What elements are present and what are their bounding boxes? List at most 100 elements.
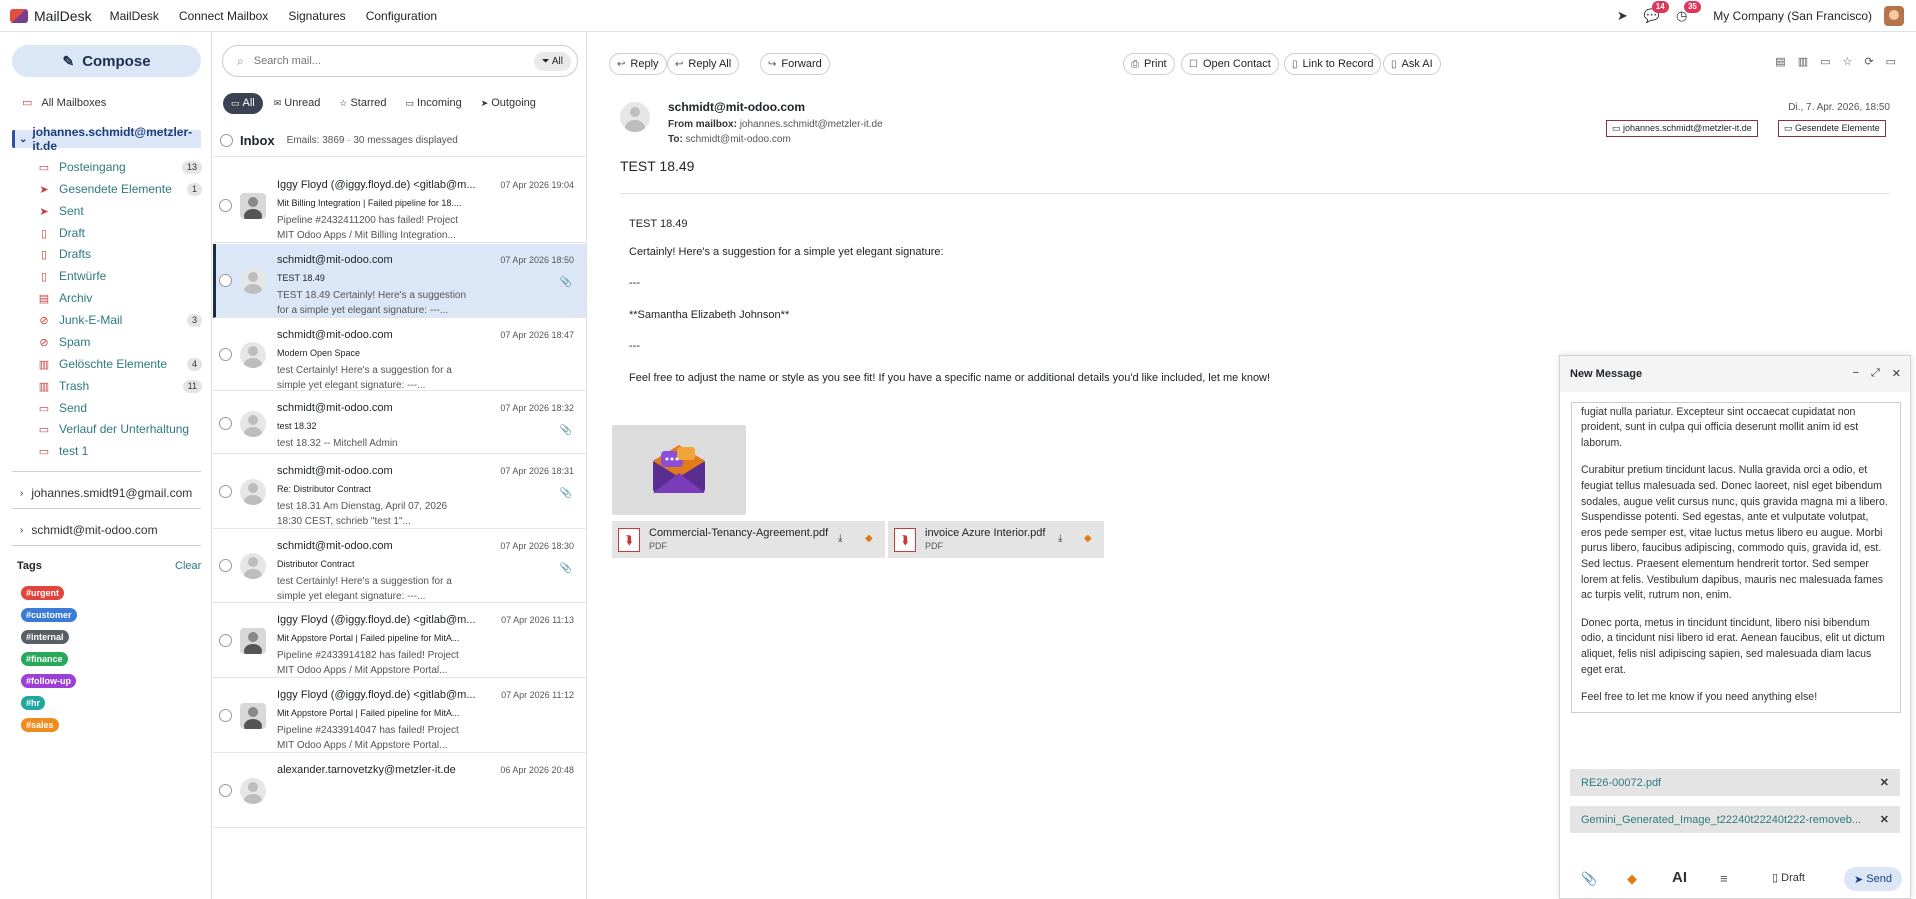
sync-icon[interactable]: ⟳ bbox=[1864, 55, 1873, 68]
pdf-attachment[interactable]: ⮯ invoice Azure Interior.pdf PDF ⤓ ◆ bbox=[888, 521, 1104, 558]
mailbox-chip[interactable]: ▭ johannes.schmidt@metzler-it.de bbox=[1606, 120, 1758, 137]
signature-icon[interactable]: ≡ bbox=[1720, 871, 1728, 886]
download-icon[interactable]: ⤓ bbox=[838, 533, 842, 544]
chat-icon[interactable]: 💬 14 bbox=[1644, 1, 1669, 24]
menu-signatures[interactable]: Signatures bbox=[288, 9, 345, 23]
mail-item[interactable]: Iggy Floyd (@iggy.floyd.de) <gitlab@m...… bbox=[213, 679, 586, 753]
minimize-icon[interactable]: − bbox=[1853, 367, 1859, 380]
tag-internal[interactable]: #internal bbox=[21, 630, 69, 644]
ai-text-button[interactable]: AI bbox=[1672, 869, 1687, 886]
brand[interactable]: MailDesk bbox=[10, 8, 92, 24]
open-contact-button[interactable]: ☐ Open Contact bbox=[1181, 53, 1279, 75]
tags-clear-link[interactable]: Clear bbox=[175, 560, 201, 572]
mail-checkbox[interactable] bbox=[219, 274, 232, 287]
mail-checkbox[interactable] bbox=[219, 348, 232, 361]
send-button[interactable]: ➤ Send bbox=[1844, 867, 1902, 891]
company-switcher[interactable]: My Company (San Francisco) bbox=[1713, 9, 1872, 23]
mail-item[interactable]: schmidt@mit-odoo.com 07 Apr 2026 18:30 D… bbox=[213, 530, 586, 603]
mail-checkbox[interactable] bbox=[219, 417, 232, 430]
mail-checkbox[interactable] bbox=[219, 559, 232, 572]
menu-configuration[interactable]: Configuration bbox=[366, 9, 437, 23]
paper-plane-icon[interactable]: ➤ bbox=[1617, 8, 1628, 24]
ask-ai-button[interactable]: ▯ Ask AI bbox=[1383, 53, 1441, 75]
tag-customer[interactable]: #customer bbox=[21, 608, 77, 622]
tag-follow-up[interactable]: #follow-up bbox=[21, 674, 76, 688]
sidebar-item-junk-e-mail[interactable]: ⊘ Junk-E-Mail 3 bbox=[38, 311, 202, 329]
reply-button[interactable]: ↩ Reply bbox=[609, 53, 667, 75]
clock-icon[interactable]: ◷ 35 bbox=[1676, 1, 1701, 24]
compose-button[interactable]: ✎ Compose bbox=[12, 45, 201, 77]
tag-finance[interactable]: #finance bbox=[21, 652, 68, 666]
sidebar-item-gesendete-elemente[interactable]: ➤ Gesendete Elemente 1 bbox=[38, 180, 202, 198]
forward-button[interactable]: ↪ Forward bbox=[760, 53, 830, 75]
mail-item[interactable]: schmidt@mit-odoo.com 07 Apr 2026 18:31 R… bbox=[213, 455, 586, 529]
move-folder-icon[interactable]: ▭ bbox=[1886, 55, 1896, 68]
account-mit-odoo[interactable]: › schmidt@mit-odoo.com bbox=[20, 523, 158, 537]
download-icon[interactable]: ⤓ bbox=[1058, 533, 1062, 544]
ai-analyze-icon[interactable]: ◆ bbox=[865, 533, 873, 544]
menu-maildesk[interactable]: MailDesk bbox=[110, 9, 159, 23]
sidebar-item-archiv[interactable]: ▤ Archiv bbox=[38, 289, 202, 307]
account-gmail[interactable]: › johannes.smidt91@gmail.com bbox=[20, 486, 192, 500]
mail-checkbox[interactable] bbox=[219, 634, 232, 647]
filter-incoming[interactable]: ▭ Incoming bbox=[398, 93, 470, 114]
inbox-icon[interactable]: ▭ bbox=[1820, 55, 1830, 68]
sidebar-item-send[interactable]: ▭ Send bbox=[38, 399, 202, 417]
mail-item[interactable]: Iggy Floyd (@iggy.floyd.de) <gitlab@m...… bbox=[213, 169, 586, 243]
sidebar-item-draft[interactable]: ▯ Draft bbox=[38, 224, 202, 242]
compose-attachment[interactable]: RE26-00072.pdf ✕ bbox=[1570, 769, 1900, 796]
folder-chip[interactable]: ▭ Gesendete Elemente bbox=[1778, 120, 1886, 137]
mail-checkbox[interactable] bbox=[219, 485, 232, 498]
compose-attachment[interactable]: Gemini_Generated_Image_t22240t22240t222-… bbox=[1570, 806, 1900, 833]
ai-assist-icon[interactable]: ◆ bbox=[1627, 871, 1637, 887]
sidebar-item-spam[interactable]: ⊘ Spam bbox=[38, 333, 202, 351]
save-draft-button[interactable]: ▯ Draft bbox=[1772, 871, 1805, 884]
image-attachment-thumbnail[interactable] bbox=[612, 425, 746, 515]
reply-all-button[interactable]: ↩ Reply All bbox=[667, 53, 740, 75]
mail-item[interactable]: schmidt@mit-odoo.com 07 Apr 2026 18:47 M… bbox=[213, 319, 586, 391]
sidebar-item-posteingang[interactable]: ▭ Posteingang 13 bbox=[38, 158, 202, 176]
menu-connect-mailbox[interactable]: Connect Mailbox bbox=[179, 9, 268, 23]
mail-item[interactable]: alexander.tarnovetzky@metzler-it.de 06 A… bbox=[213, 754, 586, 828]
sidebar-item-test-1[interactable]: ▭ test 1 bbox=[38, 442, 202, 460]
all-mailboxes-item[interactable]: ▭ All Mailboxes bbox=[22, 96, 106, 110]
tag-urgent[interactable]: #urgent bbox=[21, 586, 65, 600]
paperclip-icon[interactable]: 📎 bbox=[1581, 871, 1597, 887]
ai-analyze-icon[interactable]: ◆ bbox=[1084, 533, 1092, 544]
expand-icon[interactable]: ⤢ bbox=[1871, 367, 1880, 380]
account-active[interactable]: ⌄ johannes.schmidt@metzler-it.de bbox=[12, 125, 201, 153]
sidebar-item-verlauf-der-unterhaltung[interactable]: ▭ Verlauf der Unterhaltung bbox=[38, 420, 202, 438]
star-icon[interactable]: ☆ bbox=[1843, 55, 1853, 68]
print-button[interactable]: ⎙ Print bbox=[1123, 53, 1175, 75]
filter-all[interactable]: ▭ All bbox=[223, 93, 263, 114]
filter-outgoing[interactable]: ➤ Outgoing bbox=[473, 93, 544, 114]
tag-hr[interactable]: #hr bbox=[21, 696, 46, 710]
link-to-record-button[interactable]: ▯ Link to Record bbox=[1284, 53, 1382, 75]
mail-item-selected[interactable]: schmidt@mit-odoo.com 07 Apr 2026 18:50 T… bbox=[213, 244, 586, 318]
filter-unread[interactable]: ✉ Unread bbox=[266, 93, 329, 114]
sidebar-item-trash[interactable]: ▥ Trash 11 bbox=[38, 377, 202, 395]
sidebar-item-entwuerfe[interactable]: ▯ Entwürfe bbox=[38, 267, 202, 285]
tag-sales[interactable]: #sales bbox=[21, 718, 59, 732]
search-input[interactable] bbox=[253, 55, 504, 67]
search-scope-button[interactable]: ⏷ All bbox=[533, 52, 571, 71]
compose-body-editor[interactable]: irure dolor in reprehenderit in voluptat… bbox=[1571, 402, 1901, 713]
close-icon[interactable]: ✕ bbox=[1892, 367, 1901, 380]
mail-checkbox[interactable] bbox=[219, 784, 232, 797]
mail-checkbox[interactable] bbox=[219, 709, 232, 722]
user-avatar[interactable] bbox=[1884, 6, 1904, 26]
sidebar-item-sent[interactable]: ➤ Sent bbox=[38, 202, 202, 220]
trash-icon[interactable]: ▥ bbox=[1798, 55, 1808, 68]
sidebar-item-drafts[interactable]: ▯ Drafts bbox=[38, 245, 202, 263]
mail-item[interactable]: schmidt@mit-odoo.com 07 Apr 2026 18:32 t… bbox=[213, 392, 586, 454]
archive-icon[interactable]: ▤ bbox=[1775, 55, 1785, 68]
filter-starred[interactable]: ☆ Starred bbox=[331, 93, 394, 114]
remove-attachment-icon[interactable]: ✕ bbox=[1880, 776, 1889, 789]
pdf-attachment[interactable]: ⮯ Commercial-Tenancy-Agreement.pdf PDF ⤓ … bbox=[612, 521, 885, 558]
mail-item[interactable]: Iggy Floyd (@iggy.floyd.de) <gitlab@m...… bbox=[213, 604, 586, 678]
remove-attachment-icon[interactable]: ✕ bbox=[1880, 813, 1889, 826]
sidebar-item-geloeschte-elemente[interactable]: ▥ Gelöschte Elemente 4 bbox=[38, 355, 202, 373]
mail-checkbox[interactable] bbox=[219, 199, 232, 212]
sender-email[interactable]: schmidt@mit-odoo.com bbox=[668, 100, 805, 114]
select-all-checkbox[interactable] bbox=[220, 134, 233, 147]
